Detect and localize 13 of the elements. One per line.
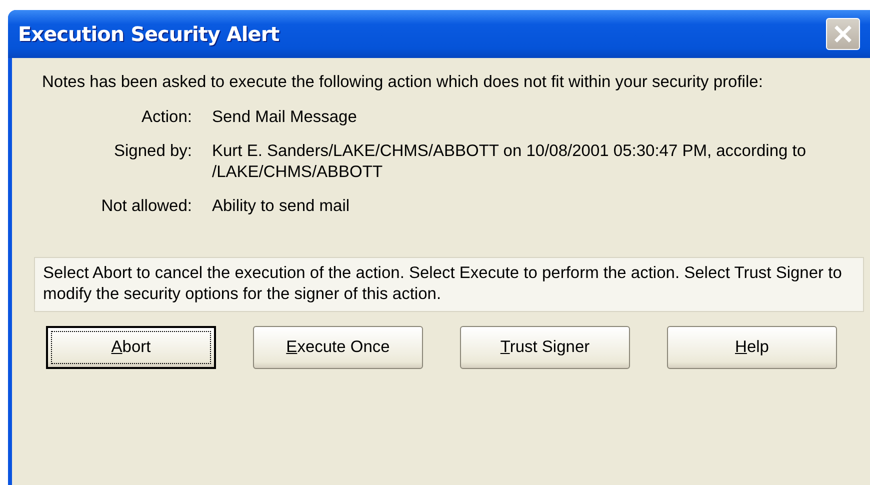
detail-value: Ability to send mail — [212, 196, 351, 217]
dialog-button[interactable]: Trust Signer — [460, 326, 630, 369]
message-text: Notes has been asked to execute the following action which does not fit within your security profile: — [42, 72, 764, 93]
instructions-text: Select Abort to cancel the execution of the action. Select Execute to perform the action. Select Trust Signer to modify the security options for the signer of this action. — [34, 257, 864, 312]
dialog-button[interactable]: Help — [667, 326, 837, 369]
detail-value: Kurt E. Sanders/LAKE/CHMS/ABBOTT on 10/08/2001 05:30:47 PM, according to /LAKE/CHMS/ABBOTT — [212, 141, 808, 183]
dialog-button[interactable]: Abort — [46, 326, 216, 369]
detail-value: Send Mail Message — [212, 107, 358, 128]
dialog-button[interactable]: Execute Once — [253, 326, 423, 369]
window-title: Execution Security Alert — [18, 22, 280, 46]
detail-label: Action: — [140, 107, 192, 128]
detail-label: Not allowed: — [100, 196, 192, 217]
detail-label: Signed by: — [113, 141, 192, 162]
